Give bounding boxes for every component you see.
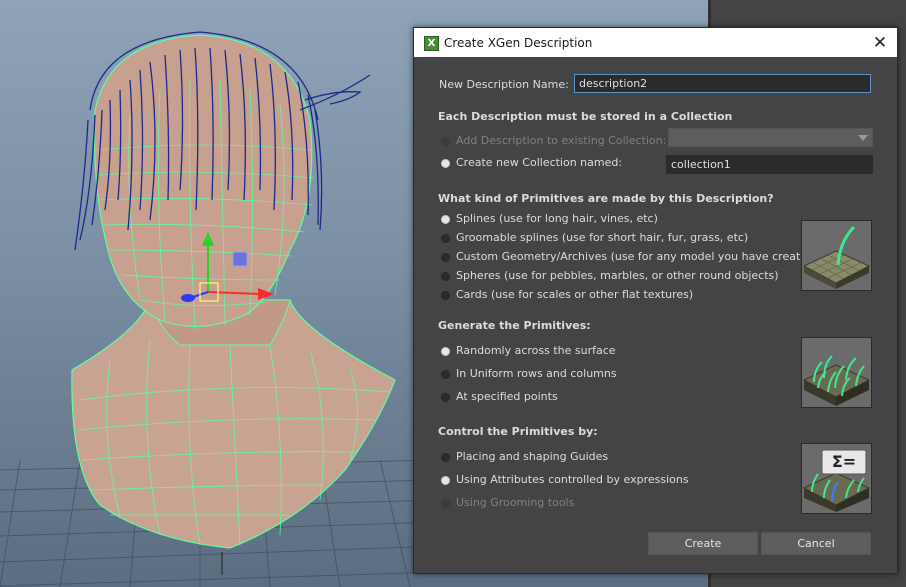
collection-name-input[interactable]: collection1 bbox=[666, 155, 873, 174]
close-icon[interactable]: ✕ bbox=[869, 32, 891, 54]
add-to-existing-collection-label: Add Description to existing Collection: bbox=[456, 134, 667, 147]
create-button[interactable]: Create bbox=[648, 532, 758, 555]
radio-placing-guides[interactable] bbox=[441, 453, 450, 462]
expressions-preview-icon: Σ= bbox=[801, 443, 872, 514]
dialog-title: Create XGen Description bbox=[444, 36, 593, 50]
spheres-label: Spheres (use for pebbles, marbles, or ot… bbox=[456, 269, 779, 282]
dialog-titlebar[interactable]: X Create XGen Description ✕ bbox=[414, 28, 897, 57]
spline-preview-icon bbox=[801, 220, 872, 291]
create-new-collection-label: Create new Collection named: bbox=[456, 156, 623, 169]
cards-label: Cards (use for scales or other flat text… bbox=[456, 288, 694, 301]
radio-randomly[interactable] bbox=[441, 347, 450, 356]
attributes-expressions-label: Using Attributes controlled by expressio… bbox=[456, 473, 689, 486]
randomly-label: Randomly across the surface bbox=[456, 344, 616, 357]
create-xgen-description-dialog: X Create XGen Description ✕ New Descript… bbox=[413, 27, 898, 574]
control-section-header: Control the Primitives by: bbox=[438, 425, 598, 438]
cancel-button[interactable]: Cancel bbox=[761, 532, 871, 555]
generate-section-header: Generate the Primitives: bbox=[438, 319, 591, 332]
random-distribution-preview-icon bbox=[801, 337, 872, 408]
grooming-tools-label: Using Grooming tools bbox=[456, 496, 575, 509]
primitives-section-header: What kind of Primitives are made by this… bbox=[438, 192, 774, 205]
uniform-rows-label: In Uniform rows and columns bbox=[456, 367, 617, 380]
radio-splines[interactable] bbox=[441, 215, 450, 224]
radio-add-to-existing-collection[interactable] bbox=[441, 137, 450, 146]
radio-specified-points[interactable] bbox=[441, 393, 450, 402]
groomable-splines-label: Groomable splines (use for short hair, f… bbox=[456, 231, 749, 244]
radio-grooming-tools[interactable] bbox=[441, 499, 450, 508]
radio-create-new-collection[interactable] bbox=[441, 159, 450, 168]
chevron-down-icon bbox=[858, 135, 868, 141]
description-name-input[interactable]: description2 bbox=[574, 74, 871, 93]
placing-guides-label: Placing and shaping Guides bbox=[456, 450, 609, 463]
radio-attributes-expressions[interactable] bbox=[441, 476, 450, 485]
xgen-app-icon: X bbox=[424, 36, 439, 51]
radio-custom-geometry[interactable] bbox=[441, 253, 450, 262]
splines-label: Splines (use for long hair, vines, etc) bbox=[456, 212, 658, 225]
radio-uniform-rows[interactable] bbox=[441, 370, 450, 379]
sigma-equals-icon: Σ= bbox=[831, 452, 857, 471]
radio-cards[interactable] bbox=[441, 291, 450, 300]
custom-geometry-label: Custom Geometry/Archives (use for any mo… bbox=[456, 250, 819, 263]
new-description-label: New Description Name: bbox=[439, 78, 569, 91]
specified-points-label: At specified points bbox=[456, 390, 558, 403]
radio-spheres[interactable] bbox=[441, 272, 450, 281]
existing-collection-dropdown[interactable] bbox=[668, 128, 873, 147]
radio-groomable-splines[interactable] bbox=[441, 234, 450, 243]
collection-section-header: Each Description must be stored in a Col… bbox=[438, 110, 733, 123]
